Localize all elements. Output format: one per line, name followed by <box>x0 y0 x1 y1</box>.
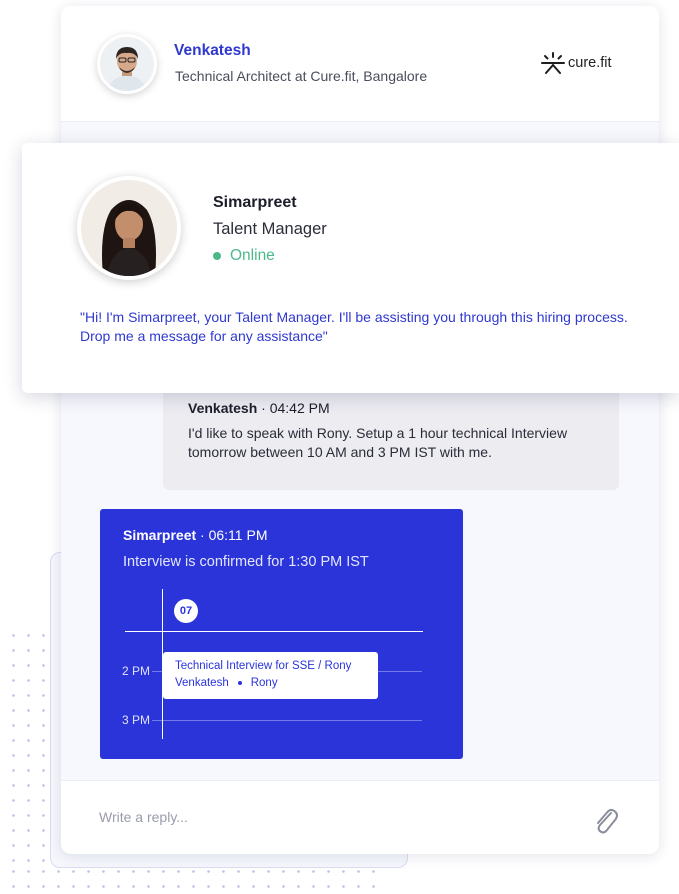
message-bubble: Venkatesh · 04:42 PM I'd like to speak w… <box>163 386 619 490</box>
contact-name[interactable]: Venkatesh <box>174 42 251 60</box>
online-status-label: Online <box>230 247 275 264</box>
online-status-dot <box>213 252 221 260</box>
calendar-event[interactable]: Technical Interview for SSE / Rony Venka… <box>163 652 378 699</box>
message-header: Venkatesh · 04:42 PM <box>188 400 594 416</box>
interview-confirmation-message: Simarpreet · 06:11 PM Interview is confi… <box>100 509 463 759</box>
event-title: Technical Interview for SSE / Rony <box>175 660 352 672</box>
calendar-day-badge[interactable]: 07 <box>174 599 198 623</box>
reply-input[interactable] <box>99 809 539 825</box>
curefit-logo-icon <box>541 52 565 74</box>
contact-role: Technical Architect at Cure.fit, Bangalo… <box>175 68 428 84</box>
participant-name: Venkatesh <box>175 677 229 689</box>
simarpreet-avatar <box>77 176 181 280</box>
message-text: I'd like to speak with Rony. Setup a 1 h… <box>188 425 568 460</box>
calendar-gridline <box>152 720 422 721</box>
talent-manager-name: Simarpreet <box>213 194 297 211</box>
talent-manager-greeting: "Hi! I'm Simarpreet, your Talent Manager… <box>80 309 628 344</box>
decorative-dots-bottom <box>6 864 386 894</box>
participant-name: Rony <box>250 677 278 689</box>
venkatesh-avatar <box>97 34 157 94</box>
calendar-view: 07 2 PM 3 PM Technical Interview for SSE… <box>100 509 463 759</box>
message-sender: Venkatesh <box>188 400 258 416</box>
talent-manager-card: Simarpreet Talent Manager Online "Hi! I'… <box>22 143 679 393</box>
company-logo: cure.fit <box>541 52 612 74</box>
message-time: · 04:42 PM <box>257 400 330 416</box>
event-participants: Venkatesh Rony <box>175 677 366 689</box>
online-status: Online <box>213 247 275 265</box>
separator-dot <box>237 681 242 685</box>
calendar-header-line <box>125 631 423 632</box>
talent-manager-role: Talent Manager <box>213 220 327 238</box>
chat-window: Venkatesh Technical Architect at Cure.fi… <box>61 6 659 854</box>
decorative-dots <box>6 628 48 863</box>
reply-bar <box>61 780 659 854</box>
time-label-3pm: 3 PM <box>122 713 151 727</box>
brand-name: cure.fit <box>568 55 612 71</box>
chat-header: Venkatesh Technical Architect at Cure.fi… <box>61 6 659 122</box>
time-label-2pm: 2 PM <box>122 664 151 678</box>
attachment-icon[interactable] <box>591 805 619 835</box>
